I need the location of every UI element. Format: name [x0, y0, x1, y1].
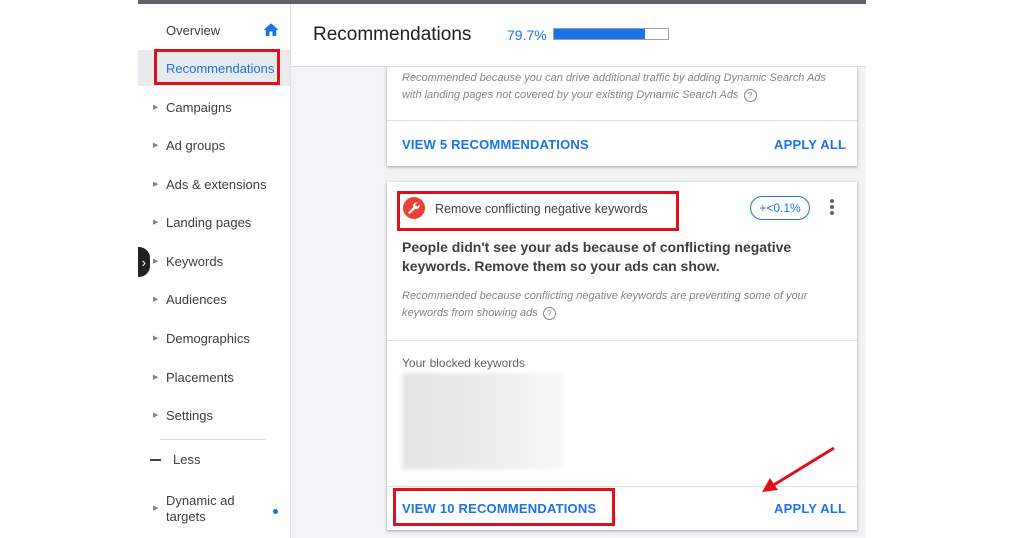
optimization-score-fill	[554, 29, 645, 39]
home-icon	[263, 23, 279, 36]
sidebar-item-label: Overview	[166, 22, 221, 38]
highlight-recommendations	[154, 49, 280, 85]
caret-right-icon: ▶	[153, 142, 159, 149]
sidebar-item-keywords[interactable]: ▶ Keywords	[138, 243, 290, 279]
sidebar-item-label: Landing pages	[166, 214, 252, 230]
app-frame: Overview Recommendations ▶ Campaigns ▶ A…	[138, 0, 866, 538]
sidebar-item-placements[interactable]: ▶ Placements	[138, 359, 290, 395]
caret-right-icon: ▶	[153, 374, 159, 381]
sidebar-item-label: Placements	[166, 369, 234, 385]
blocked-keywords-label: Your blocked keywords	[402, 356, 525, 370]
card-divider	[387, 120, 857, 121]
view-recommendations-button[interactable]: VIEW 5 RECOMMENDATIONS	[402, 137, 589, 152]
highlight-card-title	[397, 191, 679, 231]
apply-all-button[interactable]: APPLY ALL	[774, 501, 846, 516]
page-header: Recommendations 79.7%	[291, 4, 866, 67]
sidebar-divider	[160, 439, 266, 440]
recommendation-reason: Recommended because you can drive additi…	[402, 70, 842, 104]
reason-text: Recommended because conflicting negative…	[402, 290, 808, 319]
sidebar-item-label: Keywords	[166, 253, 224, 269]
recommendation-headline: People didn't see your ads because of co…	[402, 239, 792, 274]
caret-right-icon: ▶	[153, 335, 159, 342]
help-icon[interactable]: ?	[743, 88, 757, 102]
blurred-keywords-list	[402, 373, 564, 469]
sidebar-item-label: Campaigns	[166, 99, 232, 115]
sidebar-item-label: Ads & extensions	[166, 176, 267, 192]
new-indicator-dot	[273, 509, 278, 514]
sidebar-item-dynamic-ad-targets[interactable]: Dynamic ad targets	[166, 493, 256, 525]
caret-right-icon: ▶	[153, 296, 159, 303]
sidebar-item-landing-pages[interactable]: ▶ Landing pages	[138, 204, 290, 240]
caret-right-icon: ▶	[153, 181, 159, 188]
caret-right-icon: ▶	[153, 258, 159, 265]
card-divider	[387, 340, 857, 341]
recommendation-reason: Recommended because conflicting negative…	[402, 288, 842, 322]
caret-right-icon: ▶	[153, 412, 159, 419]
sidebar-item-campaigns[interactable]: ▶ Campaigns	[138, 89, 290, 125]
caret-right-icon: ▶	[153, 505, 159, 512]
sidebar-item-label: Ad groups	[166, 137, 226, 153]
annotation-arrow-icon	[762, 446, 835, 492]
caret-right-icon: ▶	[153, 219, 159, 226]
less-label: Less	[173, 452, 201, 467]
sidebar-item-label: Settings	[166, 407, 213, 423]
optimization-score: 79.7%	[507, 27, 547, 43]
sidebar-item-label: Audiences	[166, 291, 227, 307]
page-title: Recommendations	[313, 24, 472, 45]
sidebar-item-audiences[interactable]: ▶ Audiences	[138, 281, 290, 317]
optimization-score-bar	[553, 28, 669, 40]
sidebar-item-ad-groups[interactable]: ▶ Ad groups	[138, 127, 290, 163]
highlight-view-10	[393, 488, 615, 526]
minus-icon	[150, 458, 161, 461]
more-vert-icon[interactable]	[827, 199, 837, 219]
less-toggle[interactable]: Less	[150, 452, 200, 467]
sidebar-item-overview[interactable]: Overview	[138, 12, 290, 48]
sidebar-item-settings[interactable]: ▶ Settings	[138, 397, 290, 433]
reason-text: Recommended because you can drive additi…	[402, 72, 826, 101]
apply-all-button[interactable]: APPLY ALL	[774, 137, 846, 152]
impact-badge: +<0.1%	[750, 196, 810, 220]
help-icon[interactable]: ?	[542, 306, 556, 320]
caret-right-icon: ▶	[153, 104, 159, 111]
sidebar-item-demographics[interactable]: ▶ Demographics	[138, 320, 290, 356]
sidebar-item-ads-extensions[interactable]: ▶ Ads & extensions	[138, 166, 290, 202]
sidebar-item-label: Demographics	[166, 330, 250, 346]
